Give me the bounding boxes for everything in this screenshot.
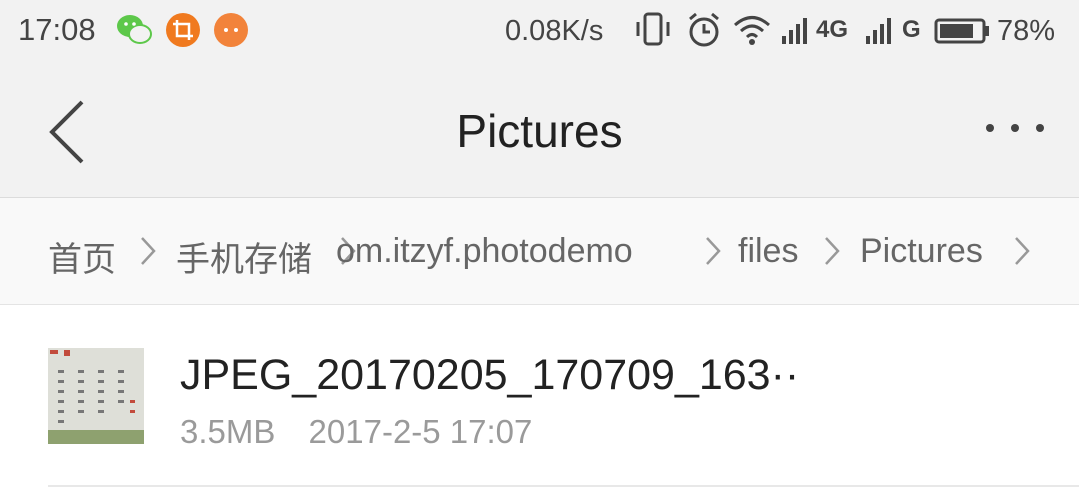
vibrate-icon	[632, 10, 674, 55]
chevron-right-icon	[141, 237, 156, 265]
file-size: 3.5MB	[180, 413, 276, 450]
calendar-photo-thumbnail	[48, 348, 144, 444]
crop-app-icon	[166, 13, 200, 47]
network-speed: 0.08K/s	[505, 15, 604, 47]
breadcrumb-pictures[interactable]: Pictures	[860, 232, 983, 271]
alarm-icon	[684, 10, 724, 55]
chevron-right-icon	[706, 237, 721, 265]
title-bar: Pictures	[0, 66, 1079, 198]
list-item[interactable]: JPEG_20170205_170709_163·· 3.5MB 2017-2-…	[0, 305, 1079, 485]
battery-percent: 78%	[997, 15, 1056, 47]
breadcrumb: 首页 手机存储 om.itzyf.photodemo files Picture…	[0, 198, 1079, 305]
chevron-right-icon	[1015, 237, 1030, 265]
breadcrumb-files[interactable]: files	[738, 232, 798, 271]
file-date: 2017-2-5 17:07	[308, 413, 533, 450]
network-type-label-2: G	[902, 16, 921, 43]
chat-app-icon	[214, 13, 248, 47]
signal-icon	[780, 10, 812, 55]
file-meta: 3.5MB 2017-2-5 17:07	[180, 413, 532, 451]
wifi-icon	[732, 10, 772, 55]
breadcrumb-package-folder[interactable]: om.itzyf.photodemo	[336, 232, 686, 271]
list-divider	[48, 485, 1079, 487]
page-title: Pictures	[456, 105, 623, 157]
status-time: 17:08	[18, 12, 96, 47]
battery-icon	[934, 10, 992, 55]
more-horizontal-icon	[986, 124, 1044, 132]
wechat-icon	[115, 13, 152, 47]
file-thumbnail	[48, 348, 144, 444]
file-name: JPEG_20170205_170709_163··	[180, 351, 800, 399]
signal-icon-2	[864, 10, 896, 55]
breadcrumb-storage[interactable]: 手机存储	[176, 232, 312, 281]
more-options-button[interactable]	[980, 106, 1050, 150]
network-type-label: 4G	[816, 16, 849, 43]
status-bar: 17:08 0.08K/s 4G G 78%	[0, 0, 1079, 66]
breadcrumb-home[interactable]: 首页	[48, 232, 116, 281]
chevron-right-icon	[825, 237, 840, 265]
